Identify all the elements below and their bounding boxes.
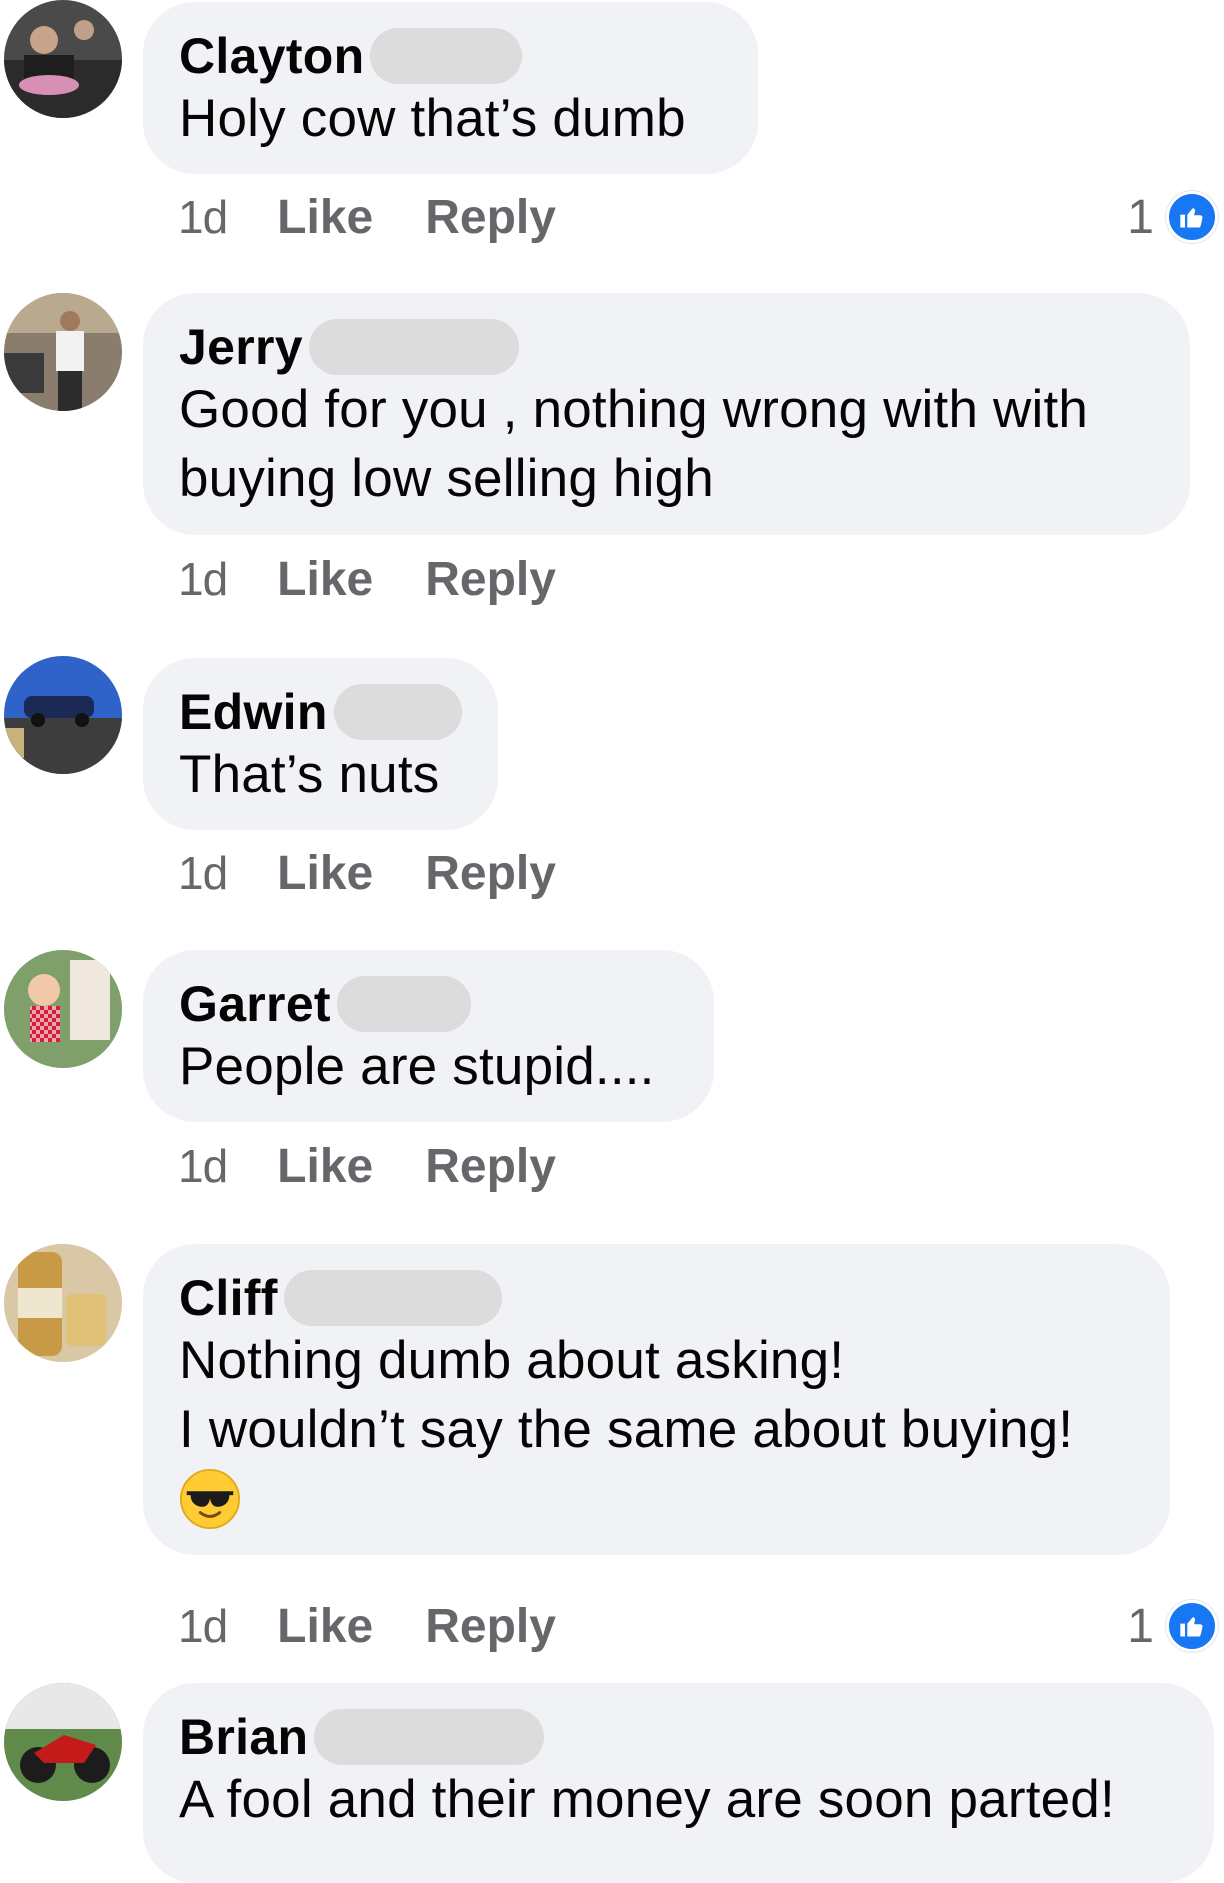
avatar[interactable] [4,1683,122,1801]
comment-time[interactable]: 1d [178,846,228,900]
avatar[interactable] [4,1244,122,1362]
comment-bubble: Jerry Good for you , nothing wrong with … [143,293,1190,535]
reaction-count: 1 [1127,190,1154,244]
like-button[interactable]: Like [277,1599,373,1654]
like-button[interactable]: Like [277,190,373,245]
avatar[interactable] [4,950,122,1068]
thumbs-up-icon [1166,191,1218,243]
comment-text: A fool and their money are soon parted! [179,1770,1115,1829]
comment-text: Holy cow that’s dumb [179,89,686,148]
comment-time[interactable]: 1d [178,1139,228,1193]
comment-text-line: Good for you , nothing wrong with with [179,380,1089,439]
commenter-name[interactable]: Garret [179,976,331,1032]
comment-actions: 1d Like Reply [178,1596,608,1656]
commenter-name[interactable]: Brian [179,1709,308,1765]
comment-bubble: Garret People are stupid.... [143,950,714,1122]
redacted-surname [283,1270,502,1326]
reply-button[interactable]: Reply [425,1599,556,1654]
thumbs-up-icon [1166,1600,1218,1652]
redacted-surname [333,684,462,740]
reply-button[interactable]: Reply [425,846,556,901]
comment-text: People are stupid.... [179,1037,655,1096]
comment-text-line: I wouldn’t say the same about buying! [179,1400,1074,1459]
redacted-surname [370,28,523,84]
like-button[interactable]: Like [277,846,373,901]
commenter-name[interactable]: Jerry [179,319,303,375]
commenter-name[interactable]: Clayton [179,28,364,84]
reaction-summary[interactable]: 1 [1127,1596,1218,1656]
reply-button[interactable]: Reply [425,1139,556,1194]
like-button[interactable]: Like [277,1139,373,1194]
comment-text-line: buying low selling high [179,449,714,508]
avatar[interactable] [4,0,122,118]
sunglasses-emoji [179,1468,241,1530]
comment-bubble: Brian A fool and their money are soon pa… [143,1683,1214,1883]
comment-actions: 1d Like Reply [178,843,608,903]
comment-text: That’s nuts [179,745,440,804]
avatar[interactable] [4,293,122,411]
comment-time[interactable]: 1d [178,1599,228,1653]
comment-actions: 1d Like Reply [178,549,608,609]
comment-actions: 1d Like Reply [178,187,608,247]
comment-bubble: Edwin That’s nuts [143,658,498,830]
comment-time[interactable]: 1d [178,190,228,244]
avatar[interactable] [4,656,122,774]
redacted-surname [308,319,519,375]
redacted-surname [336,976,471,1032]
reply-button[interactable]: Reply [425,190,556,245]
redacted-surname [314,1709,545,1765]
reaction-count: 1 [1127,1599,1154,1653]
comment-time[interactable]: 1d [178,552,228,606]
commenter-name[interactable]: Cliff [179,1270,278,1326]
comment-text-line: Nothing dumb about asking! [179,1331,845,1390]
like-button[interactable]: Like [277,552,373,607]
comment-bubble: Cliff Nothing dumb about asking! I would… [143,1244,1170,1555]
commenter-name[interactable]: Edwin [179,684,328,740]
reaction-summary[interactable]: 1 [1127,187,1218,247]
comment-bubble: Clayton Holy cow that’s dumb [143,2,758,174]
comment-actions: 1d Like Reply [178,1136,608,1196]
reply-button[interactable]: Reply [425,552,556,607]
